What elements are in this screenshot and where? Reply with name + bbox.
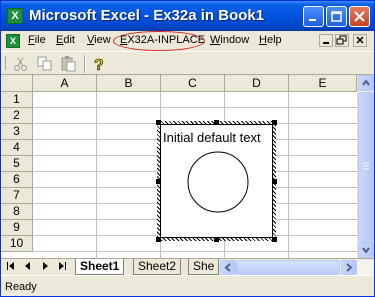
row-header-9[interactable]: 9 xyxy=(1,220,33,236)
row-header-1[interactable]: 1 xyxy=(1,92,33,108)
toolbar-grip[interactable] xyxy=(4,55,8,71)
row-header-6[interactable]: 6 xyxy=(1,172,33,188)
worksheet-grid[interactable]: A B C D E 1 2 3 4 5 6 7 8 9 10 Initial d… xyxy=(1,75,374,258)
minimize-icon xyxy=(309,19,316,21)
svg-text:?: ? xyxy=(94,57,104,73)
grid-line xyxy=(96,92,97,258)
prev-sheet-icon xyxy=(25,262,30,270)
standard-toolbar: ? xyxy=(1,51,374,75)
paste-button[interactable] xyxy=(60,55,78,73)
maximize-button[interactable] xyxy=(326,6,347,27)
cut-button[interactable] xyxy=(12,55,30,73)
status-text: Ready xyxy=(5,281,37,293)
menu-file[interactable]: File xyxy=(28,34,46,46)
doc-minimize-icon xyxy=(323,42,329,44)
sheet-tab-sheet1[interactable]: Sheet1 xyxy=(75,259,125,275)
vertical-scroll-thumb[interactable] xyxy=(358,92,374,242)
menu-help[interactable]: Help xyxy=(259,34,282,46)
embedded-object-text: Initial default text xyxy=(163,130,261,145)
inplace-embedded-object[interactable]: Initial default text xyxy=(156,120,277,242)
minimize-button[interactable] xyxy=(303,6,324,27)
copy-button[interactable] xyxy=(36,55,54,73)
toolbar-separator xyxy=(84,55,86,73)
menu-bar: X File Edit View EX32A-INPLACE Window He… xyxy=(1,31,374,51)
column-header-c[interactable]: C xyxy=(161,75,225,92)
scroll-up-button[interactable] xyxy=(358,75,374,91)
vertical-scrollbar[interactable] xyxy=(357,75,374,258)
resize-handle[interactable] xyxy=(156,179,161,184)
row-header-4[interactable]: 4 xyxy=(1,140,33,156)
close-icon xyxy=(354,11,365,22)
resize-handle[interactable] xyxy=(156,120,161,125)
column-header-d[interactable]: D xyxy=(225,75,289,92)
excel-window: X Microsoft Excel - Ex32a in Book1 X Fil… xyxy=(0,0,375,297)
resize-handle[interactable] xyxy=(272,179,277,184)
grid-line xyxy=(33,107,357,108)
first-sheet-icon xyxy=(7,262,14,270)
copy-icon xyxy=(37,56,52,71)
doc-minimize-button[interactable] xyxy=(319,34,333,47)
title-bar[interactable]: X Microsoft Excel - Ex32a in Book1 xyxy=(1,1,374,31)
last-sheet-icon xyxy=(59,262,66,270)
row-header-10[interactable]: 10 xyxy=(1,236,33,252)
doc-close-icon xyxy=(356,36,364,44)
window-title: Microsoft Excel - Ex32a in Book1 xyxy=(29,7,265,24)
menu-window[interactable]: Window xyxy=(210,34,249,46)
column-header-a[interactable]: A xyxy=(33,75,97,92)
select-all-corner[interactable] xyxy=(1,75,33,92)
scroll-right-button[interactable] xyxy=(341,260,357,275)
scroll-left-button[interactable] xyxy=(220,260,236,275)
embedded-object-canvas[interactable]: Initial default text xyxy=(160,124,273,238)
resize-handle[interactable] xyxy=(214,237,219,242)
column-header-b[interactable]: B xyxy=(97,75,161,92)
doc-restore-icon xyxy=(336,35,347,45)
close-button[interactable] xyxy=(349,6,370,27)
resize-handle[interactable] xyxy=(156,237,161,242)
arrow-up-icon xyxy=(362,79,370,86)
menu-edit[interactable]: Edit xyxy=(56,34,75,46)
doc-restore-button[interactable] xyxy=(335,34,349,47)
sheet-tab-sheet3[interactable]: She xyxy=(188,259,220,275)
resize-handle[interactable] xyxy=(272,120,277,125)
prev-sheet-button[interactable] xyxy=(23,261,33,273)
row-header-2[interactable]: 2 xyxy=(1,108,33,124)
last-sheet-button[interactable] xyxy=(57,261,67,273)
cut-icon xyxy=(14,57,27,71)
menu-ex32a-inplace[interactable]: EX32A-INPLACE xyxy=(120,34,205,46)
row-header-5[interactable]: 5 xyxy=(1,156,33,172)
help-button[interactable]: ? xyxy=(90,55,108,75)
grid-line xyxy=(288,92,289,258)
arrow-left-icon xyxy=(224,263,231,272)
arrow-right-icon xyxy=(346,263,353,272)
horizontal-scrollbar[interactable] xyxy=(220,260,374,275)
arrow-down-icon xyxy=(362,247,370,254)
column-header-e[interactable]: E xyxy=(289,75,357,92)
row-header-3[interactable]: 3 xyxy=(1,124,33,140)
next-sheet-icon xyxy=(43,262,48,270)
help-icon: ? xyxy=(94,57,104,75)
resize-handle[interactable] xyxy=(214,120,219,125)
row-header-8[interactable]: 8 xyxy=(1,204,33,220)
first-sheet-button[interactable] xyxy=(6,261,16,273)
resize-handle[interactable] xyxy=(272,237,277,242)
workbook-icon-letter: X xyxy=(7,35,19,47)
workbook-icon[interactable]: X xyxy=(6,34,20,48)
horizontal-scroll-thumb[interactable] xyxy=(236,260,340,275)
sheet-tab-sheet2[interactable]: Sheet2 xyxy=(133,259,182,275)
maximize-icon xyxy=(331,11,342,22)
paste-icon xyxy=(61,56,76,72)
doc-close-button[interactable] xyxy=(353,34,367,47)
excel-app-icon[interactable]: X xyxy=(7,8,23,24)
next-sheet-button[interactable] xyxy=(40,261,50,273)
sheet-tab-bar: Sheet1 Sheet2 She xyxy=(1,258,374,275)
circle-shape xyxy=(187,151,249,213)
scroll-down-button[interactable] xyxy=(358,242,374,258)
grid-line xyxy=(33,251,357,252)
menu-view[interactable]: View xyxy=(87,34,111,46)
row-header-7[interactable]: 7 xyxy=(1,188,33,204)
scroll-grip-icon xyxy=(363,162,369,170)
status-bar: Ready xyxy=(1,275,374,296)
app-icon-letter: X xyxy=(8,9,22,23)
